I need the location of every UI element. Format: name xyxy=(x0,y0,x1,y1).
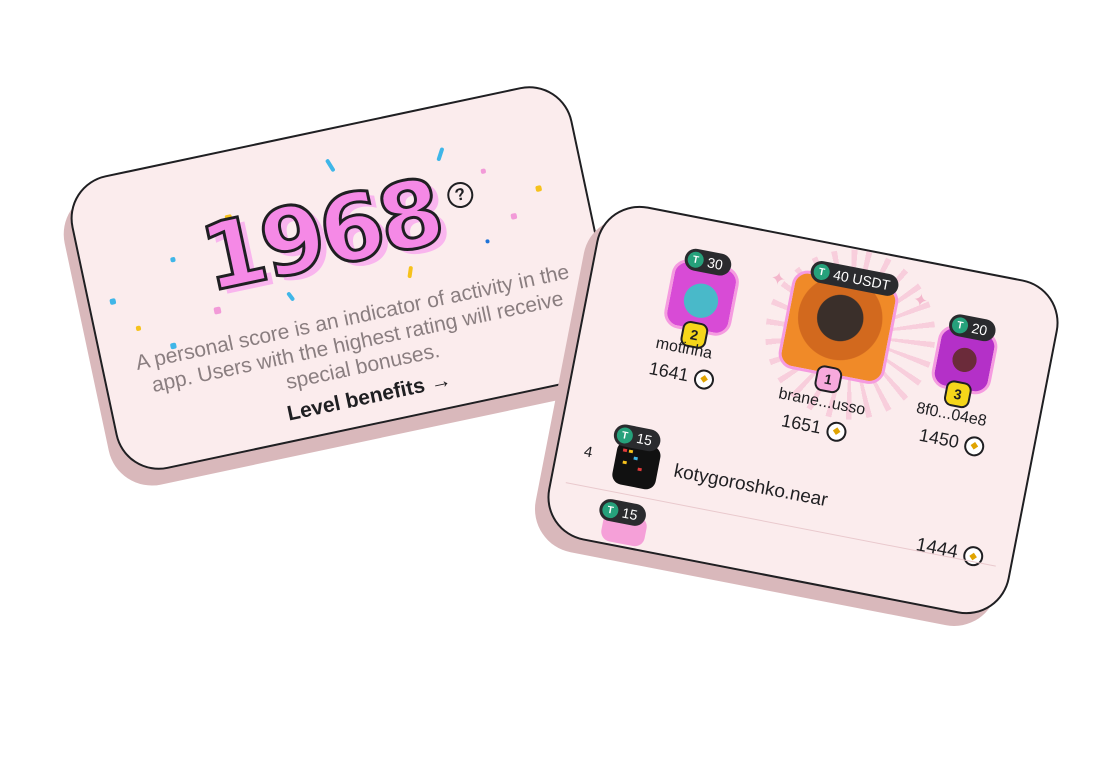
row-rank: 4 xyxy=(582,443,594,462)
coin-icon: ◆ xyxy=(961,544,985,568)
arrow-right-icon: → xyxy=(428,368,454,396)
prize-amount: 15 xyxy=(620,504,639,524)
score-value: 1450 xyxy=(917,424,961,453)
coin-icon: ◆ xyxy=(692,367,716,391)
tether-icon: T xyxy=(615,426,635,445)
tether-icon: T xyxy=(600,500,620,520)
score-card: 1968 ? A personal score is an indicator … xyxy=(55,78,626,494)
coin-icon: ◆ xyxy=(824,419,849,444)
score-value: 1641 xyxy=(647,358,691,386)
podium-score-2: 1641 ◆ xyxy=(647,358,716,391)
score-value: 1651 xyxy=(779,410,823,438)
podium-score-3: 1450 ◆ xyxy=(917,424,987,458)
tether-icon: T xyxy=(950,316,970,335)
leaderboard-card: ✦ ✦ T 40 USDT 1 brane...usso 1651 ◆ T 30… xyxy=(527,198,1067,634)
coin-icon: ◆ xyxy=(962,434,987,458)
prize-amount: 30 xyxy=(705,254,725,273)
tether-icon: T xyxy=(686,250,706,270)
tether-icon: T xyxy=(812,262,832,282)
prize-amount: 20 xyxy=(970,319,989,339)
score-card-body: 1968 ? A personal score is an indicator … xyxy=(62,78,626,478)
prize-amount: 15 xyxy=(635,429,654,449)
row-name: kotygoroshko.near xyxy=(671,460,830,512)
